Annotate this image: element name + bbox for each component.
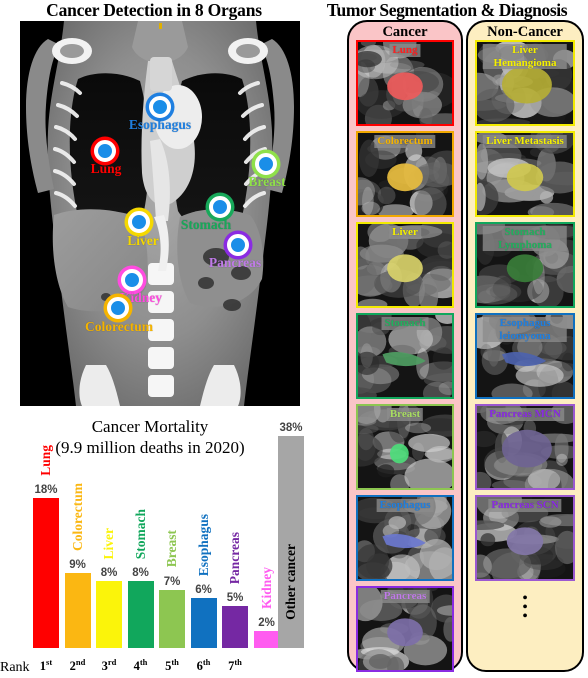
bar-rect[interactable] xyxy=(190,598,217,648)
cancer-column: Cancer Lung Colorectum Liver Stomach Bre… xyxy=(347,20,463,672)
case-caption: Pancreas xyxy=(380,590,430,603)
bar-group: Colorectum 9% xyxy=(64,483,91,648)
bar-group: Breast 7% xyxy=(159,530,185,648)
chart-plot-area: Lung 18% Colorectum 9% Liver 8% Stomach 8% Breas… xyxy=(0,422,308,678)
left-panel-title: Cancer Detection in 8 Organs xyxy=(46,0,262,20)
case-card[interactable]: Pancreas xyxy=(356,586,454,672)
bar-rank-label: 3rd xyxy=(101,656,117,673)
case-caption: Pancreas SCN xyxy=(488,499,562,512)
case-caption: Stomach xyxy=(381,317,429,330)
organ-marker-liver[interactable] xyxy=(128,211,150,233)
bar-category-label: Liver xyxy=(101,527,116,560)
chart-title: Cancer Mortality xyxy=(91,417,209,436)
organ-marker-colorectum[interactable] xyxy=(107,297,129,319)
organ-marker-stomach[interactable] xyxy=(209,196,231,218)
organ-label-breast: Breast xyxy=(248,174,286,189)
bar-category-label: Colorectum xyxy=(69,483,85,551)
bar-category-label: Lung xyxy=(38,445,53,476)
bar-value-label: 7% xyxy=(163,575,181,588)
organ-label-colorectum: Colorectum xyxy=(85,319,153,334)
right-panel-title: Tumor Segmentation & Diagnosis xyxy=(326,0,568,20)
cancer-column-header: Cancer xyxy=(382,24,428,40)
case-caption: Breast xyxy=(386,408,424,421)
case-card[interactable]: Liver xyxy=(356,222,454,308)
bar-rect[interactable] xyxy=(127,581,154,648)
bar-category-label: Esophagus xyxy=(195,513,211,576)
organ-label-pancreas: Pancreas xyxy=(208,255,262,270)
bar-category-label: Kidney xyxy=(258,567,274,610)
case-caption: Esophagus xyxy=(376,499,434,512)
other-cancer-name-label: Other cancer xyxy=(283,544,298,620)
coronal-ct-scan-panel: Esophagus Lung Breast Stomach Liver Pancreas K… xyxy=(20,21,300,406)
other-cancer-bar: Other cancer xyxy=(278,436,304,648)
non-cancer-column: Non-Cancer Liver Hemangioma Liver Metast… xyxy=(466,20,584,672)
organ-label-esophagus: Esophagus xyxy=(128,117,192,132)
case-caption: Pancreas MCN xyxy=(486,408,564,421)
bar-category-label: Pancreas xyxy=(227,532,242,585)
bar-rank-label: 2nd xyxy=(69,656,86,673)
organ-marker-breast[interactable] xyxy=(255,153,277,175)
organ-marker-lung[interactable] xyxy=(94,140,116,162)
case-caption: Esophagus leiomyoma xyxy=(482,317,568,342)
organ-marker-kidney[interactable] xyxy=(121,269,143,291)
ct-image xyxy=(20,21,300,406)
organ-marker-esophagus[interactable] xyxy=(149,96,171,118)
bar-category-label: Stomach xyxy=(132,509,148,560)
bar-value-label: 6% xyxy=(195,584,212,596)
bar-group: Lung 18% xyxy=(33,445,59,648)
bar-rank-label: 4th xyxy=(133,656,148,673)
case-card[interactable]: Pancreas SCN xyxy=(475,495,575,581)
case-card[interactable]: Stomach xyxy=(356,313,454,399)
bar-group: Pancreas 5% xyxy=(222,532,248,648)
bar-group: Liver 8% xyxy=(96,528,122,648)
non-cancer-column-header: Non-Cancer xyxy=(487,24,563,40)
bar-rect[interactable] xyxy=(64,573,91,648)
case-caption: Stomach Lymphoma xyxy=(482,226,568,251)
bar-rank-label: 7th xyxy=(228,656,242,673)
cancer-mortality-chart: Cancer Mortality (9.9 million deaths in … xyxy=(0,408,308,678)
case-caption: Liver Metastasis xyxy=(482,135,568,148)
case-caption: Lung xyxy=(389,44,421,57)
rank-axis-label: Rank xyxy=(0,660,30,675)
bar-rank-label: 1st xyxy=(39,656,53,673)
bar-value-label: 9% xyxy=(69,559,86,571)
case-card[interactable]: Pancreas MCN xyxy=(475,404,575,490)
case-card[interactable]: Lung xyxy=(356,40,454,126)
bar-rect[interactable] xyxy=(222,606,248,648)
organ-marker-pancreas[interactable] xyxy=(227,234,249,256)
case-card[interactable]: Esophagus xyxy=(356,495,454,581)
bar-group: Stomach 8% xyxy=(127,509,154,648)
bar-rect[interactable] xyxy=(253,631,280,648)
bar-value-label: 18% xyxy=(34,484,58,496)
figure-root: Cancer Detection in 8 Organs Tumor Segme… xyxy=(0,0,588,678)
case-card[interactable]: Stomach Lymphoma xyxy=(475,222,575,308)
case-card[interactable]: Liver Hemangioma xyxy=(475,40,575,126)
case-caption: Liver xyxy=(389,226,421,239)
organ-label-lung: Lung xyxy=(90,161,122,176)
organ-label-liver: Liver xyxy=(127,233,159,248)
other-cancer-value-label: 38% xyxy=(279,422,303,434)
bar-value-label: 5% xyxy=(226,592,244,605)
bar-value-label: 8% xyxy=(100,567,118,580)
bar-group: Kidney 2% xyxy=(253,567,280,648)
bar-rank-label: 5th xyxy=(165,656,179,673)
bar-value-label: 2% xyxy=(258,617,275,630)
case-caption: Liver Hemangioma xyxy=(482,44,568,69)
organ-label-stomach: Stomach xyxy=(180,217,232,232)
case-card[interactable]: Colorectum xyxy=(356,131,454,217)
bar-group: Esophagus 6% xyxy=(190,514,217,648)
case-card[interactable]: Liver Metastasis xyxy=(475,131,575,217)
bar-rect[interactable] xyxy=(96,581,122,648)
bar-category-label: Breast xyxy=(164,530,179,568)
ellipsis-indicator: • • • xyxy=(522,591,528,625)
case-card[interactable]: Esophagus leiomyoma xyxy=(475,313,575,399)
case-caption: Colorectum xyxy=(374,135,436,148)
bar-rank-label: 6th xyxy=(196,656,211,673)
ellipsis-dot: • xyxy=(522,608,528,625)
bar-value-label: 8% xyxy=(132,567,149,580)
bar-rect[interactable] xyxy=(33,498,59,648)
case-card[interactable]: Breast xyxy=(356,404,454,490)
bar-rect[interactable] xyxy=(159,589,185,648)
